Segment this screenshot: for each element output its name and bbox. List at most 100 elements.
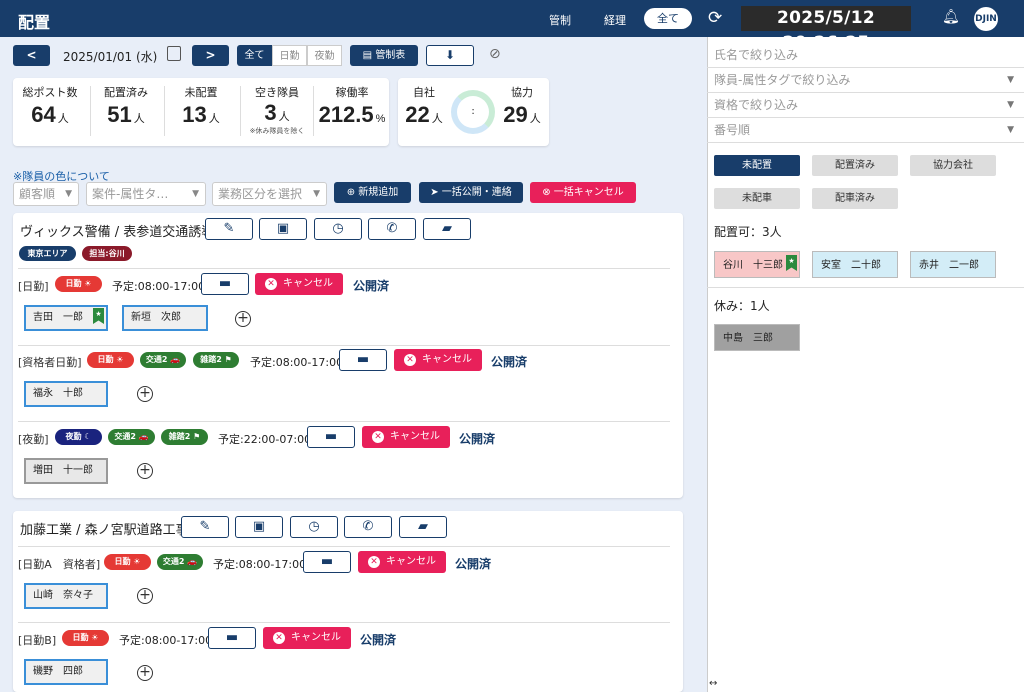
worker-slot[interactable]: 山崎 奈々子 [24, 583, 108, 609]
shift-label: [資格者日勤] [18, 356, 82, 369]
published-status: 公開済 [455, 557, 492, 571]
available-worker[interactable]: 安室 二十郎 [812, 251, 898, 278]
worker-slot[interactable]: 福永 十郎 [24, 381, 108, 407]
tab-unassigned[interactable]: 未配置 [714, 155, 800, 176]
company-ratio-card: 自社 22 人 : 協力 29 人 [398, 78, 549, 146]
date-field[interactable]: 2025/01/01 (水) [63, 48, 157, 65]
site-card-2 [13, 511, 683, 692]
phone-icon[interactable]: ✆ [368, 218, 416, 240]
client-sort-select[interactable]: 顧客順 ▼ [13, 182, 79, 206]
phone-icon[interactable]: ✆ [344, 516, 392, 538]
off-worker[interactable]: 中島 三郎 [714, 324, 800, 351]
day-shift-chip: 日勤 ☀ [62, 630, 109, 646]
chevron-down-icon: ▼ [1007, 100, 1014, 110]
worker-slot[interactable]: 磯野 四郎 [24, 659, 108, 685]
cancel-icon: ⊗ [542, 187, 554, 198]
shift-all-toggle[interactable]: 全て [237, 45, 272, 66]
available-worker[interactable]: 赤井 二一郎 [910, 251, 996, 278]
prev-date-button[interactable]: < [13, 45, 50, 66]
nav-control-link[interactable]: 管制 [549, 12, 571, 28]
cancel-button[interactable]: ✕ キャンセル [255, 273, 343, 295]
schedule-time: 予定:08:00-17:00 [112, 280, 206, 293]
bulk-publish-button[interactable]: ➤ 一括公開・連絡 [419, 182, 523, 203]
stat-idle: 空き隊員 3 人 ※休み隊員を除く [249, 86, 305, 135]
stat-total: 総ポスト数 64 人 [22, 86, 78, 127]
add-worker-icon[interactable]: + [137, 386, 153, 402]
sync-icon[interactable]: ⟳ [708, 8, 722, 28]
worker-slot[interactable]: 吉田 一郎 ★ [24, 305, 108, 331]
message-icon[interactable]: ▬ [339, 349, 387, 371]
shift-label: [日勤A 資格者] [18, 558, 101, 571]
off-count: 休み：1人 [714, 299, 770, 313]
calendar-icon[interactable] [167, 46, 181, 61]
crowd-qual-chip: 雑踏2 ⚑ [193, 352, 239, 368]
schedule-time: 予定:08:00-17:00 [119, 634, 213, 647]
close-icon: ✕ [273, 632, 285, 644]
control-table-button[interactable]: ▤ 管制表 [350, 45, 418, 66]
close-icon: ✕ [404, 354, 416, 366]
app-header: 配置 管制 経理 全て ⟳ 2025/5/12 20:26:25 🔔︎ DJIN [0, 0, 1024, 53]
cancel-button[interactable]: ✕ キャンセル [358, 551, 446, 573]
datetime-display: 2025/5/12 20:26:25 [741, 6, 911, 53]
published-status: 公開済 [360, 633, 397, 647]
add-worker-icon[interactable]: + [137, 665, 153, 681]
bell-icon[interactable]: 🔔︎ [942, 9, 960, 25]
badge-icon[interactable]: ▣ [235, 516, 283, 538]
next-date-button[interactable]: > [192, 45, 229, 66]
available-count: 配置可：3人 [714, 225, 782, 239]
tag-filter-select[interactable]: 隊員-属性タグで絞り込み ▼ [707, 68, 1024, 93]
badge-icon[interactable]: ▣ [259, 218, 307, 240]
clock-icon[interactable]: ◷ [314, 218, 362, 240]
message-icon[interactable]: ▬ [208, 627, 256, 649]
area-tag: 東京エリア [19, 246, 76, 261]
tab-coop[interactable]: 協力会社 [910, 155, 996, 176]
briefcase-icon[interactable]: ▰ [399, 516, 447, 538]
available-worker[interactable]: 谷川 十三郎 ★ [714, 251, 800, 278]
message-icon[interactable]: ▬ [303, 551, 351, 573]
qual-filter-select[interactable]: 資格で絞り込み ▼ [707, 93, 1024, 118]
tab-no-car[interactable]: 未配車 [714, 188, 800, 209]
shift-night-toggle[interactable]: 夜勤 [307, 45, 342, 66]
filter-all-toggle[interactable]: 全て [644, 8, 692, 29]
night-shift-chip: 夜勤 ☾ [55, 429, 102, 445]
cancel-button[interactable]: ✕ キャンセル [362, 426, 450, 448]
day-shift-chip: 日勤 ☀ [87, 352, 134, 368]
work-type-select[interactable]: 業務区分を選択 ▼ [212, 182, 327, 206]
cancel-button[interactable]: ✕ キャンセル [263, 627, 351, 649]
tab-car-assigned[interactable]: 配車済み [812, 188, 898, 209]
worker-slot[interactable]: 増田 十一郎 [24, 458, 108, 484]
briefcase-icon[interactable]: ▰ [423, 218, 471, 240]
tab-assigned[interactable]: 配置済み [812, 155, 898, 176]
schedule-time: 予定:08:00-17:00 [250, 356, 344, 369]
close-icon: ✕ [368, 556, 380, 568]
chevron-down-icon: ▼ [192, 189, 199, 199]
add-worker-icon[interactable]: + [137, 588, 153, 604]
order-select[interactable]: 番号順 ▼ [707, 118, 1024, 143]
site-title: ヴィックス警備 / 表参道交通誘導 [20, 225, 215, 240]
no-comment-icon[interactable]: ⊘ [489, 46, 501, 62]
add-worker-icon[interactable]: + [137, 463, 153, 479]
schedule-time: 予定:22:00-07:00 [218, 433, 312, 446]
new-add-button[interactable]: ⊕ 新規追加 [334, 182, 411, 203]
message-icon[interactable]: ▬ [307, 426, 355, 448]
chevron-down-icon: ▼ [65, 189, 72, 199]
message-icon[interactable]: ▬ [201, 273, 249, 295]
worker-slot[interactable]: 新垣 次郎 [122, 305, 208, 331]
edit-icon[interactable]: ✎ [205, 218, 253, 240]
add-worker-icon[interactable]: + [235, 311, 251, 327]
case-tag-select[interactable]: 案件-属性タ… ▼ [86, 182, 206, 206]
shift-day-toggle[interactable]: 日勤 [272, 45, 307, 66]
bulk-cancel-button[interactable]: ⊗ 一括キャンセル [530, 182, 636, 203]
resize-handle-icon[interactable]: ↔ [709, 678, 717, 689]
nav-accounting-link[interactable]: 経理 [604, 12, 626, 28]
name-filter-input[interactable]: 氏名で絞り込み [707, 43, 1024, 68]
download-icon[interactable]: ⬇ [426, 45, 474, 66]
published-status: 公開済 [459, 432, 496, 446]
cancel-button[interactable]: ✕ キャンセル [394, 349, 482, 371]
day-shift-chip: 日勤 ☀ [104, 554, 151, 570]
clock-icon[interactable]: ◷ [290, 516, 338, 538]
stats-card: 総ポスト数 64 人 配置済み 51 人 未配置 13 人 空き隊員 3 人 ※休み隊員を除く 稼… [13, 78, 389, 146]
close-icon: ✕ [265, 278, 277, 290]
user-avatar[interactable]: DJIN [974, 7, 998, 31]
edit-icon[interactable]: ✎ [181, 516, 229, 538]
